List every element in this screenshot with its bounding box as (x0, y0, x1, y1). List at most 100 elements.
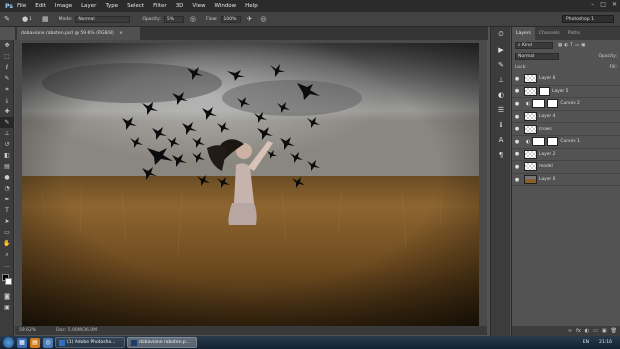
history-panel-icon[interactable]: ⏲ (491, 27, 511, 42)
layer-thumbnail[interactable] (524, 124, 537, 134)
type-tool-icon[interactable]: T (0, 205, 14, 216)
zoom-tool-icon[interactable]: ⌕ (0, 249, 14, 260)
brush-tool-icon[interactable]: ✎ (0, 117, 14, 128)
visibility-eye-icon[interactable]: ● (512, 139, 522, 145)
close-button[interactable]: ✕ (612, 1, 617, 8)
app-icon[interactable]: ◎ (43, 337, 53, 348)
healing-brush-tool-icon[interactable]: ✚ (0, 106, 14, 117)
history-brush-tool-icon[interactable]: ↺ (0, 139, 14, 150)
airbrush-icon[interactable]: ✈ (247, 15, 253, 23)
menu-type[interactable]: Type (105, 0, 118, 12)
layer-row[interactable]: ● model (512, 161, 620, 174)
mode-select[interactable]: Normal (75, 15, 131, 23)
document-tab[interactable]: dobaviane raboten.psd @ 59.6% (RGB/8) × (17, 27, 140, 40)
tab-layers[interactable]: Layers (512, 27, 535, 40)
actions-panel-icon[interactable]: ▶ (491, 42, 511, 57)
brush-preset-picker-icon[interactable]: ● (22, 15, 28, 23)
taskbar-button[interactable]: dobaviane raboten.p... (127, 337, 197, 348)
layer-name[interactable]: Layer 5 (552, 89, 568, 94)
quick-mask-icon[interactable]: ◙ (0, 291, 14, 302)
pen-tool-icon[interactable]: ✒ (0, 194, 14, 205)
language-indicator[interactable]: EN (583, 340, 589, 345)
color-swatches[interactable] (0, 271, 13, 291)
visibility-eye-icon[interactable]: ● (512, 76, 522, 82)
layer-name[interactable]: crows (539, 127, 552, 132)
character-panel-icon[interactable]: A (491, 132, 511, 147)
shape-tool-icon[interactable]: ▭ (0, 227, 14, 238)
visibility-eye-icon[interactable]: ● (512, 114, 522, 120)
menu-help[interactable]: Help (245, 0, 258, 12)
new-layer-icon[interactable]: ▣ (602, 328, 607, 334)
curves-adjustment-icon[interactable]: ◐ (526, 101, 530, 107)
layer-row[interactable]: ● crows (512, 123, 620, 136)
layer-thumbnail[interactable] (524, 162, 537, 172)
visibility-eye-icon[interactable]: ● (512, 101, 522, 107)
layer-style-icon[interactable]: fx (576, 328, 581, 334)
menu-filter[interactable]: Filter (153, 0, 167, 12)
workspace-select[interactable]: Photoshop 1 (562, 15, 614, 23)
clone-source-panel-icon[interactable]: ⊥ (491, 72, 511, 87)
layer-thumbnail[interactable] (532, 99, 546, 109)
layer-thumbnail[interactable] (524, 74, 537, 84)
files-icon[interactable]: ▤ (30, 337, 40, 348)
new-group-icon[interactable]: ▭ (593, 328, 598, 334)
layer-name[interactable]: Curves 1 (560, 139, 579, 144)
curves-adjustment-icon[interactable]: ◐ (526, 139, 530, 145)
start-button-icon[interactable] (3, 337, 14, 348)
background-color-swatch[interactable] (5, 278, 12, 285)
layer-row[interactable]: ● Layer 4 (512, 111, 620, 124)
layer-row[interactable]: ● Layer 6 (512, 73, 620, 86)
menu-3d[interactable]: 3D (176, 0, 184, 12)
document-canvas[interactable] (22, 43, 479, 326)
delete-layer-icon[interactable]: 🗑 (611, 328, 617, 334)
flow-input[interactable]: 100% (220, 15, 241, 23)
adjustment-layer-icon[interactable]: ◐ (585, 328, 589, 334)
layer-filter-icons[interactable]: ▦◐T▭▣ (558, 43, 587, 48)
opacity-input[interactable]: 5% (163, 15, 184, 23)
blur-tool-icon[interactable]: ● (0, 172, 14, 183)
visibility-eye-icon[interactable]: ● (512, 151, 522, 157)
menu-edit[interactable]: Edit (35, 0, 46, 12)
tab-paths[interactable]: Paths (564, 27, 584, 40)
gradient-tool-icon[interactable]: ▤ (0, 161, 14, 172)
dodge-tool-icon[interactable]: ◔ (0, 183, 14, 194)
hand-tool-icon[interactable]: ✋ (0, 238, 14, 249)
eraser-tool-icon[interactable]: ◧ (0, 150, 14, 161)
tab-channels[interactable]: Channels (535, 27, 564, 40)
layer-filter-select[interactable]: ⌕ Kind (515, 42, 553, 49)
pressure-opacity-icon[interactable]: ◎ (190, 15, 196, 23)
more-tools-icon[interactable]: … (0, 260, 14, 271)
layer-row[interactable]: ● Layer 5 (512, 86, 620, 99)
layer-name[interactable]: model (539, 164, 553, 169)
clock[interactable]: 21:16 (599, 340, 612, 345)
zoom-level[interactable]: 59.62% (19, 326, 36, 335)
lasso-tool-icon[interactable]: ℓ (0, 62, 14, 73)
layer-row[interactable]: ● Layer 2 (512, 149, 620, 162)
layer-row[interactable]: ● ◐ Curves 1 (512, 136, 620, 149)
document-info[interactable]: Doc: 5.00M/36.0M (56, 326, 97, 335)
adjustments-panel-icon[interactable]: ◐ (491, 87, 511, 102)
visibility-eye-icon[interactable]: ● (512, 164, 522, 170)
eyedropper-tool-icon[interactable]: ⤓ (0, 95, 14, 106)
pressure-size-icon[interactable]: ◎ (260, 15, 266, 23)
marquee-tool-icon[interactable]: ⬚ (0, 51, 14, 62)
layer-thumbnail[interactable] (532, 137, 546, 147)
visibility-eye-icon[interactable]: ● (512, 177, 522, 183)
blend-mode-select[interactable]: Normal (515, 53, 559, 60)
layer-row[interactable]: ● Layer 0 (512, 174, 620, 187)
menu-view[interactable]: View (192, 0, 205, 12)
menu-layer[interactable]: Layer (81, 0, 96, 12)
info-panel-icon[interactable]: ℹ (491, 117, 511, 132)
path-selection-tool-icon[interactable]: ➤ (0, 216, 14, 227)
brush-panel-icon[interactable]: ✎ (491, 57, 511, 72)
layer-thumbnail[interactable] (524, 175, 537, 185)
layer-name[interactable]: Curves 2 (560, 101, 579, 106)
visibility-eye-icon[interactable]: ● (512, 88, 522, 94)
layer-mask-thumbnail[interactable] (547, 99, 559, 109)
layer-row[interactable]: ● ◐ Curves 2 (512, 98, 620, 111)
close-tab-icon[interactable]: × (119, 31, 123, 36)
minimize-button[interactable]: – (591, 1, 594, 8)
paragraph-panel-icon[interactable]: ¶ (491, 147, 511, 162)
layer-thumbnail[interactable] (524, 86, 537, 96)
layer-thumbnail[interactable] (524, 149, 537, 159)
